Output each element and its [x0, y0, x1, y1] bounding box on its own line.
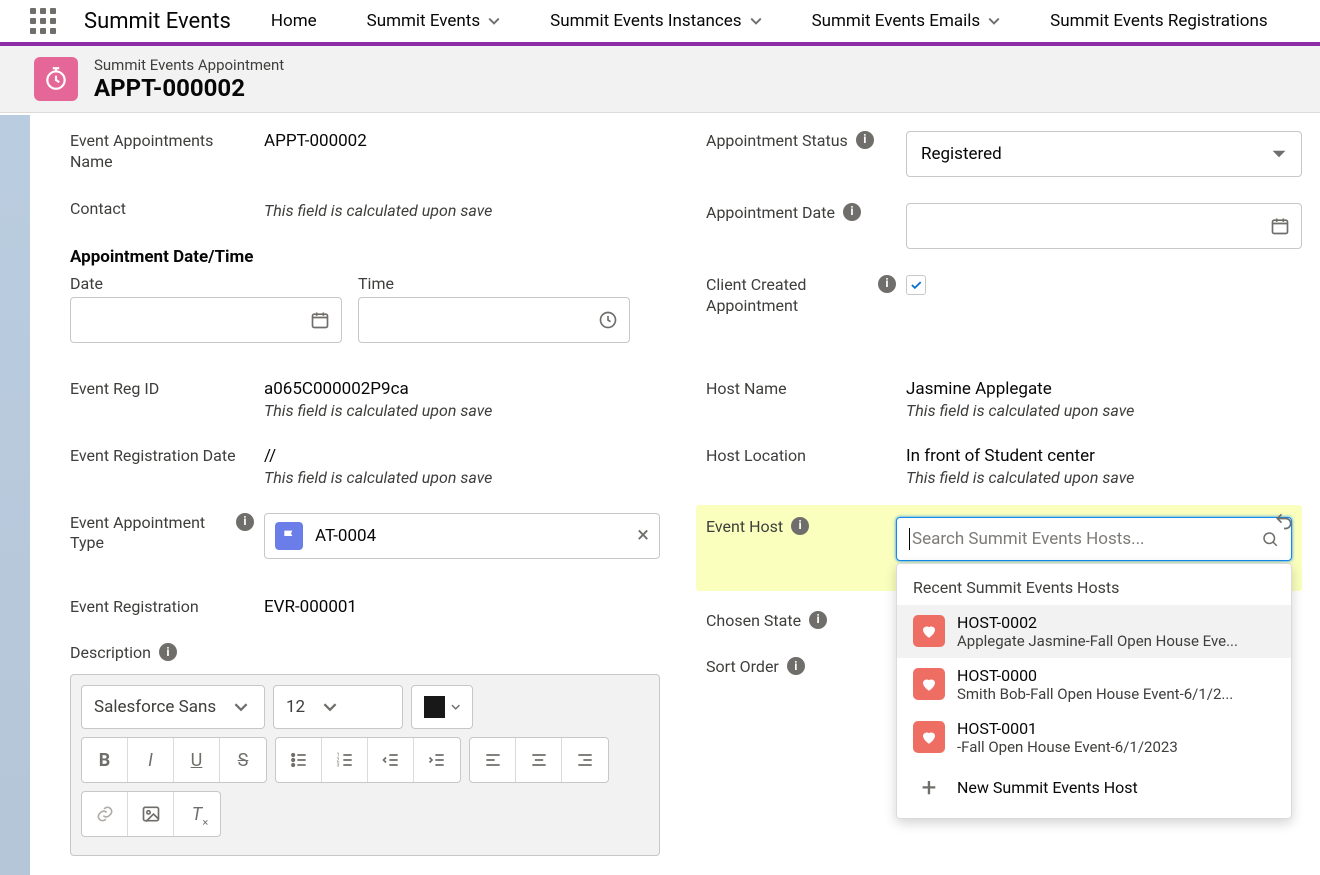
app-launcher-icon[interactable]	[30, 8, 56, 34]
rte-size-select[interactable]: 12	[273, 685, 403, 729]
object-label: Summit Events Appointment	[94, 56, 284, 74]
rte-color-select[interactable]	[411, 685, 473, 729]
dropdown-item-host-0000[interactable]: HOST-0000 Smith Bob-Fall Open House Even…	[897, 658, 1291, 711]
event-reg-id-value: a065C000002P9ca	[264, 379, 666, 399]
rte-indent-button[interactable]	[414, 738, 460, 782]
info-icon[interactable]: i	[159, 643, 177, 661]
host-name-value: Jasmine Applegate	[906, 379, 1302, 399]
contact-label: Contact	[70, 199, 264, 220]
rich-text-editor: Salesforce Sans 12 B I	[70, 674, 660, 856]
rte-outdent-button[interactable]	[368, 738, 414, 782]
host-location-label: Host Location	[706, 446, 906, 487]
event-host-lookup-input[interactable]: Search Summit Events Hosts...	[896, 517, 1292, 561]
rte-underline-button[interactable]: U	[174, 738, 220, 782]
client-created-appointment-label: Client Created Appointment i	[706, 275, 906, 317]
left-gutter	[0, 115, 30, 875]
event-reg-id-label: Event Reg ID	[70, 379, 264, 420]
event-registration-date-label: Event Registration Date	[70, 446, 264, 487]
host-name-hint: This field is calculated upon save	[906, 401, 1302, 420]
close-icon[interactable]: ×	[637, 523, 649, 548]
record-header: Summit Events Appointment APPT-000002	[0, 46, 1320, 113]
time-label: Time	[358, 274, 630, 293]
event-registration-label: Event Registration	[70, 597, 264, 618]
date-label: Date	[70, 274, 342, 293]
dropdown-item-host-0002[interactable]: HOST-0002 Applegate Jasmine-Fall Open Ho…	[897, 605, 1291, 658]
rte-link-button[interactable]	[82, 792, 128, 836]
flag-icon	[275, 522, 303, 550]
rte-ul-button[interactable]	[276, 738, 322, 782]
rte-align-right-button[interactable]	[562, 738, 608, 782]
dropdown-new-host[interactable]: + New Summit Events Host	[897, 764, 1291, 812]
event-host-row: Event Host i Search Summit Events Hosts.…	[696, 505, 1302, 591]
host-location-value: In front of Student center	[906, 446, 1302, 466]
nav-summit-events-registrations[interactable]: Summit Events Registrations	[1050, 11, 1267, 31]
appointment-date-label: Appointment Date i	[706, 203, 906, 249]
app-name: Summit Events	[84, 9, 231, 34]
info-icon[interactable]: i	[856, 131, 874, 149]
event-registration-date-hint: This field is calculated upon save	[264, 468, 666, 487]
info-icon[interactable]: i	[843, 203, 861, 221]
page-title: APPT-000002	[94, 74, 284, 102]
appointment-status-label: Appointment Status i	[706, 131, 906, 177]
event-host-label: Event Host i	[706, 517, 896, 561]
info-icon[interactable]: i	[791, 517, 809, 535]
nav-summit-events[interactable]: Summit Events	[367, 11, 501, 31]
clock-icon[interactable]	[598, 310, 618, 330]
chevron-down-icon	[988, 16, 1000, 26]
appointment-date-time-section: Appointment Date/Time	[70, 246, 666, 268]
chevron-down-icon	[750, 16, 762, 26]
event-appointments-name-label: Event Appointments Name	[70, 131, 264, 173]
chevron-down-icon	[488, 16, 500, 26]
rte-italic-button[interactable]: I	[128, 738, 174, 782]
appointment-status-select[interactable]: Registered	[906, 131, 1302, 177]
rte-font-select[interactable]: Salesforce Sans	[81, 685, 265, 729]
heart-icon	[913, 721, 945, 753]
description-label: Description i	[70, 643, 264, 664]
calendar-icon[interactable]	[310, 310, 330, 330]
heart-icon	[913, 668, 945, 700]
event-registration-value: EVR-000001	[264, 597, 666, 618]
nav-summit-events-emails[interactable]: Summit Events Emails	[812, 11, 1001, 31]
event-appointment-type-pill[interactable]: AT-0004 ×	[264, 513, 660, 559]
date-input[interactable]	[70, 297, 342, 343]
dropdown-header: Recent Summit Events Hosts	[897, 570, 1291, 605]
heart-icon	[913, 615, 945, 647]
nav-summit-events-instances[interactable]: Summit Events Instances	[550, 11, 761, 31]
event-registration-date-value: //	[264, 446, 666, 466]
client-created-appointment-checkbox[interactable]	[906, 275, 926, 295]
rte-align-left-button[interactable]	[470, 738, 516, 782]
appointment-date-input[interactable]	[906, 203, 1302, 249]
rte-bold-button[interactable]: B	[82, 738, 128, 782]
event-appointment-type-value: AT-0004	[315, 526, 376, 546]
calendar-icon[interactable]	[1270, 216, 1290, 236]
info-icon[interactable]: i	[236, 513, 254, 531]
rte-align-center-button[interactable]	[516, 738, 562, 782]
chosen-state-label: Chosen State i	[706, 611, 906, 632]
search-icon	[1261, 530, 1279, 548]
nav-home[interactable]: Home	[271, 11, 317, 31]
time-input[interactable]	[358, 297, 630, 343]
color-swatch	[424, 696, 445, 718]
event-host-dropdown: Recent Summit Events Hosts HOST-0002 App…	[896, 563, 1292, 819]
dropdown-item-host-0001[interactable]: HOST-0001 -Fall Open House Event-6/1/202…	[897, 711, 1291, 764]
rte-image-button[interactable]	[128, 792, 174, 836]
rte-strike-button[interactable]: S	[220, 738, 266, 782]
sort-order-label: Sort Order i	[706, 657, 906, 678]
info-icon[interactable]: i	[809, 611, 827, 629]
host-location-hint: This field is calculated upon save	[906, 468, 1302, 487]
plus-icon: +	[913, 772, 945, 804]
info-icon[interactable]: i	[878, 275, 896, 293]
global-nav: Summit Events Home Summit Events Summit …	[0, 0, 1320, 46]
event-reg-id-hint: This field is calculated upon save	[264, 401, 666, 420]
info-icon[interactable]: i	[787, 657, 805, 675]
host-name-label: Host Name	[706, 379, 906, 420]
event-appointments-name-value: APPT-000002	[264, 131, 666, 173]
contact-hint: This field is calculated upon save	[264, 201, 666, 220]
event-appointment-type-label: Event Appointment Type i	[70, 513, 264, 559]
rte-clear-format-button[interactable]: T×	[174, 792, 220, 836]
record-type-icon	[34, 57, 78, 101]
undo-icon[interactable]	[1274, 511, 1294, 531]
svg-text:3: 3	[336, 763, 339, 769]
rte-ol-button[interactable]: 123	[322, 738, 368, 782]
